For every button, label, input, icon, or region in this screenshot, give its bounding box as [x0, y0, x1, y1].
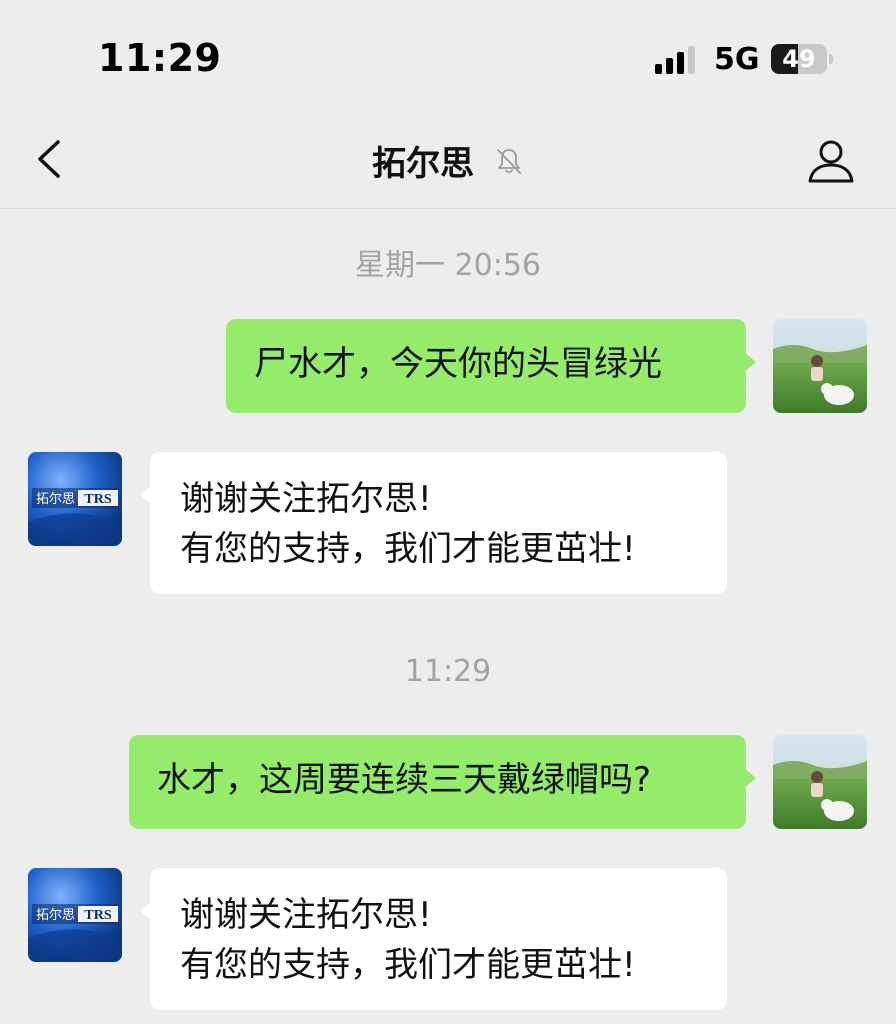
- message-text: 谢谢关注拓尔思!: [180, 479, 432, 519]
- sent-message-bubble[interactable]: 尸水才，今天你的头冒绿光: [226, 319, 756, 413]
- message-text: 水才，这周要连续三天戴绿帽吗?: [157, 760, 652, 800]
- user-avatar[interactable]: [773, 319, 867, 413]
- message-text: 尸水才，今天你的头冒绿光: [254, 344, 662, 384]
- chat-header: 拓尔思: [0, 110, 896, 209]
- received-message-bubble[interactable]: 谢谢关注拓尔思! 有您的支持，我们才能更茁壮!: [140, 452, 727, 594]
- chat-title: 拓尔思: [372, 144, 475, 184]
- person-icon[interactable]: [806, 136, 856, 186]
- cellular-signal-icon: [655, 46, 695, 74]
- user-avatar[interactable]: [773, 735, 867, 829]
- brand-avatar-cn: 拓尔思: [36, 491, 75, 506]
- brand-avatar[interactable]: 拓尔思 TRS: [28, 452, 122, 546]
- bell-muted-icon: [497, 148, 521, 174]
- message-text: 谢谢关注拓尔思!: [180, 895, 432, 935]
- chat-timestamp: 11:29: [404, 654, 492, 689]
- network-type: 5G: [714, 42, 760, 77]
- received-message-bubble[interactable]: 谢谢关注拓尔思! 有您的支持，我们才能更茁壮!: [140, 868, 727, 1010]
- battery-icon: 49: [771, 44, 835, 74]
- brand-avatar[interactable]: 拓尔思 TRS: [28, 868, 122, 962]
- sent-message-bubble[interactable]: 水才，这周要连续三天戴绿帽吗?: [129, 735, 756, 829]
- status-bar: 11:29 5G 49: [0, 0, 896, 110]
- message-text: 有您的支持，我们才能更茁壮!: [180, 529, 636, 569]
- status-time: 11:29: [98, 36, 222, 80]
- chat-timestamp: 星期一 20:56: [355, 248, 541, 283]
- battery-level: 49: [782, 45, 816, 73]
- chat-title-wrap: 拓尔思: [0, 136, 896, 185]
- brand-avatar-cn: 拓尔思: [36, 907, 75, 922]
- brand-avatar-en: TRS: [84, 492, 111, 507]
- message-text: 有您的支持，我们才能更茁壮!: [180, 945, 636, 985]
- brand-avatar-en: TRS: [84, 908, 111, 923]
